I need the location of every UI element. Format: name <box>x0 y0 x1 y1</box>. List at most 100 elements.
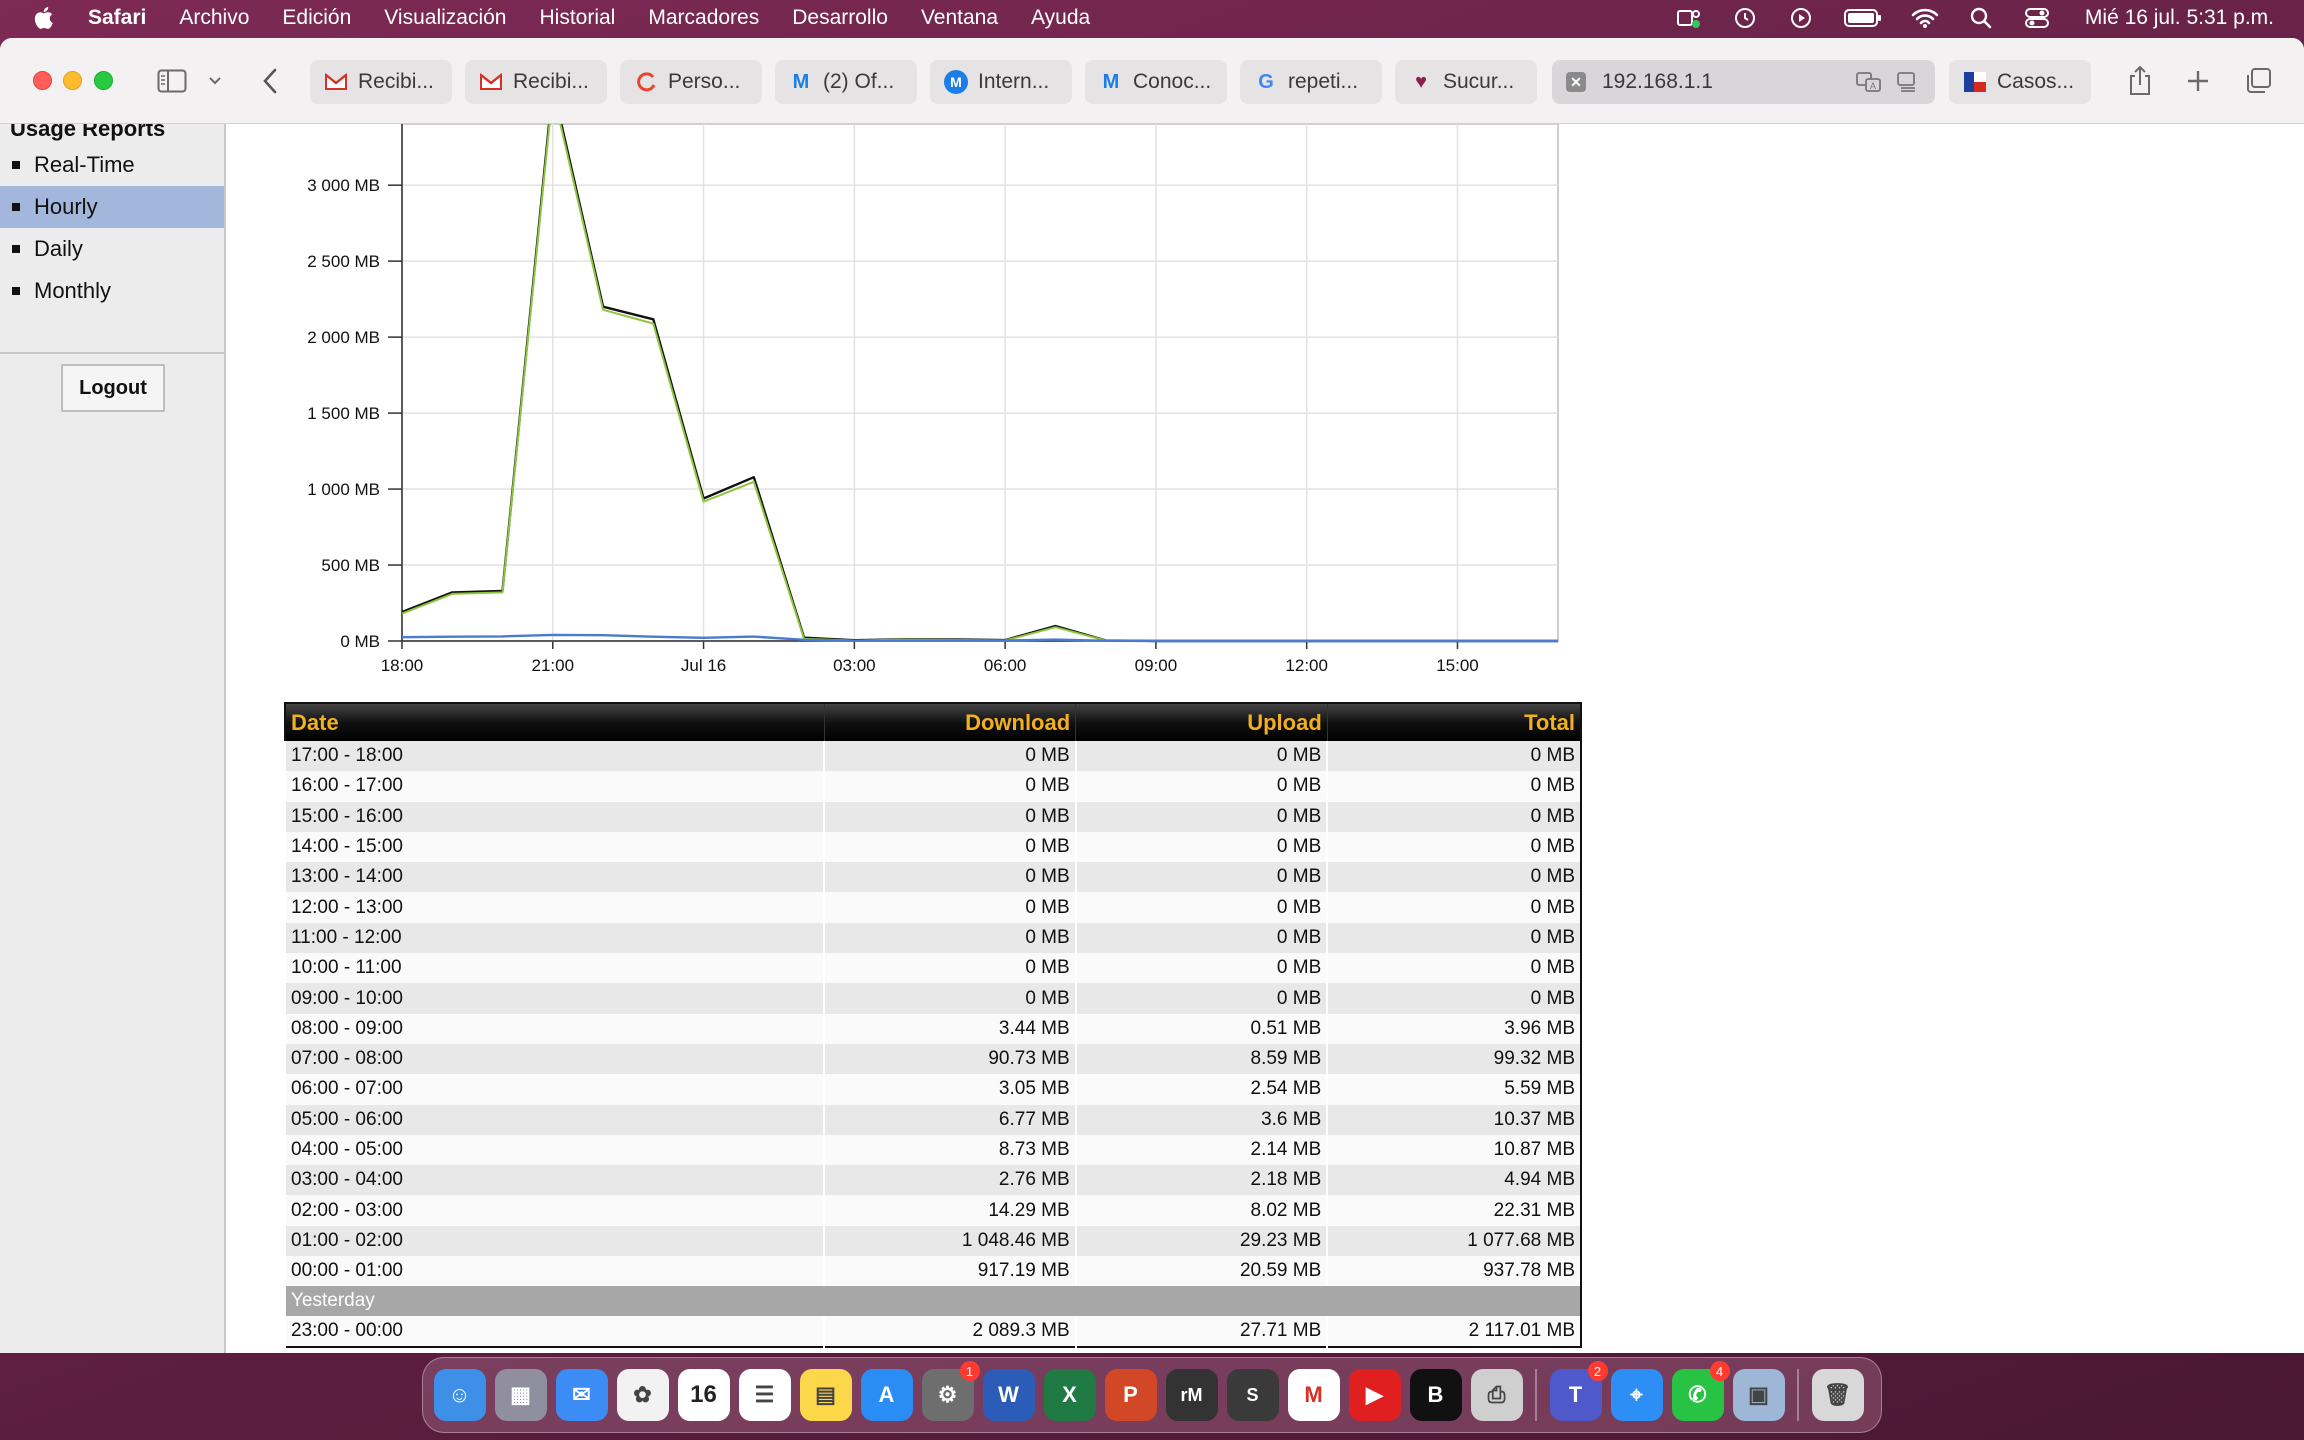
translate-icon[interactable]: A <box>1855 70 1883 100</box>
excel-glyph: X <box>1062 1382 1077 1407</box>
calendar-icon[interactable]: 16 <box>677 1369 730 1421</box>
menu-historial[interactable]: Historial <box>539 6 615 30</box>
sidebar-item-monthly[interactable]: Monthly <box>0 270 224 312</box>
logout-button[interactable]: Logout <box>61 364 165 412</box>
powerpoint-icon[interactable]: P <box>1104 1369 1157 1421</box>
tab-8[interactable]: ♥ Sucur... <box>1395 60 1537 104</box>
time-machine-icon[interactable] <box>1731 6 1759 30</box>
photos-icon[interactable]: ✿ <box>616 1369 669 1421</box>
table-row: 05:00 - 06:00 6.77 MB 3.6 MB 10.37 MB <box>284 1104 1581 1135</box>
menu-archivo[interactable]: Archivo <box>179 6 249 30</box>
printer-icon[interactable]: ⎙ <box>1470 1369 1523 1421</box>
cell-date: 03:00 - 04:00 <box>284 1165 824 1196</box>
sidebar-toggle-icon[interactable] <box>156 65 188 97</box>
minimize-window-button[interactable] <box>63 71 82 90</box>
whatsapp-icon[interactable]: ✆ 4 <box>1671 1361 1730 1421</box>
close-icon[interactable]: ✕ <box>1566 72 1586 92</box>
tab-6[interactable]: M Conoc... <box>1085 60 1227 104</box>
notes-glyph: ▤ <box>815 1382 836 1407</box>
sidebar-item-daily[interactable]: Daily <box>0 228 224 270</box>
table-row: 13:00 - 14:00 0 MB 0 MB 0 MB <box>284 862 1581 893</box>
share-icon[interactable] <box>2124 63 2156 99</box>
mail-icon[interactable]: ✉ <box>555 1369 608 1421</box>
menu-desarrollo[interactable]: Desarrollo <box>792 6 888 30</box>
back-icon[interactable] <box>256 65 284 97</box>
zoom-window-button[interactable] <box>94 71 113 90</box>
remarkable-icon[interactable]: rM <box>1165 1369 1218 1421</box>
menu-edicion[interactable]: Edición <box>282 6 351 30</box>
tab-2[interactable]: Recibi... <box>465 60 607 104</box>
table-row: 14:00 - 15:00 0 MB 0 MB 0 MB <box>284 831 1581 863</box>
menu-clock[interactable]: Mié 16 jul. 5:31 p.m. <box>2085 6 2274 30</box>
menu-marcadores[interactable]: Marcadores <box>648 6 759 30</box>
cell-date: 06:00 - 07:00 <box>284 1074 824 1105</box>
reminders-icon[interactable]: ☰ <box>738 1369 791 1421</box>
preview-icon[interactable]: ▣ <box>1732 1369 1785 1421</box>
teams-icon[interactable]: T2 <box>1549 1361 1608 1421</box>
excel-icon[interactable]: X <box>1043 1369 1096 1421</box>
word-icon[interactable]: W <box>982 1369 1035 1421</box>
tab-10[interactable]: Casos... <box>1949 60 2091 104</box>
search-icon[interactable] <box>1967 6 1995 30</box>
control-center-icon[interactable] <box>2023 6 2051 30</box>
cell-upload: 0 MB <box>1074 741 1328 772</box>
cell-upload: 0 MB <box>1074 771 1328 802</box>
tab-4[interactable]: M (2) Of... <box>775 60 917 104</box>
tab-1[interactable]: Recibi... <box>310 60 452 104</box>
trash-icon[interactable]: 🗑 <box>1811 1369 1864 1421</box>
cell-upload: 0 MB <box>1074 922 1328 954</box>
gmail-icon <box>479 70 503 94</box>
table-row: 07:00 - 08:00 90.73 MB 8.59 MB 99.32 MB <box>284 1043 1581 1075</box>
sidebar-item-hourly[interactable]: Hourly <box>0 186 224 228</box>
photos-glyph: ✿ <box>633 1382 652 1407</box>
cell-total: 5.59 MB <box>1326 1074 1581 1105</box>
cell-download: 917.19 MB <box>823 1256 1076 1287</box>
menu-ayuda[interactable]: Ayuda <box>1031 6 1090 30</box>
tab-overview-icon[interactable] <box>2242 65 2274 97</box>
sidebar-item-real-time[interactable]: Real-Time <box>0 144 224 186</box>
menu-app-name[interactable]: Safari <box>88 6 146 30</box>
gmail-app-icon[interactable]: M <box>1287 1369 1340 1421</box>
tab-3[interactable]: Perso... <box>620 60 762 104</box>
usage-reports-sidebar: Usage Reports Real-Time Hourly Daily Mon… <box>0 124 226 1353</box>
finder-icon[interactable]: ☺ <box>433 1369 486 1421</box>
wifi-icon[interactable] <box>1911 6 1939 30</box>
chevron-down-icon[interactable] <box>205 69 225 93</box>
safari-icon[interactable]: ⌖ <box>1610 1369 1663 1421</box>
table-row: 09:00 - 10:00 0 MB 0 MB 0 MB <box>284 983 1581 1014</box>
battery-icon[interactable] <box>1843 6 1883 30</box>
cell-upload: 0 MB <box>1074 801 1328 832</box>
trash-glyph: 🗑 <box>1823 1382 1852 1407</box>
tab-label: Conoc... <box>1133 70 1212 93</box>
cell-upload: 2.14 MB <box>1074 1134 1328 1166</box>
close-window-button[interactable] <box>33 71 52 90</box>
apple-icon[interactable] <box>32 5 58 31</box>
teams-status-icon[interactable] <box>1675 6 1703 30</box>
cell-date: 10:00 - 11:00 <box>284 953 824 984</box>
launchpad-icon[interactable]: ▦ <box>494 1369 547 1421</box>
menu-ventana[interactable]: Ventana <box>921 6 998 30</box>
menu-visualizacion[interactable]: Visualización <box>384 6 506 30</box>
bold-app-icon[interactable]: B <box>1409 1369 1462 1421</box>
cell-download: 0 MB <box>823 831 1076 863</box>
now-playing-icon[interactable] <box>1787 6 1815 30</box>
reader-icon[interactable] <box>1895 71 1919 99</box>
cell-date: 14:00 - 15:00 <box>284 831 824 863</box>
system-settings-icon[interactable]: ⚙ 1 <box>921 1361 980 1421</box>
tab-5[interactable]: M Intern... <box>930 60 1072 104</box>
reminders-glyph: ☰ <box>754 1382 775 1407</box>
notes-icon[interactable]: ▤ <box>799 1369 852 1421</box>
tab-7[interactable]: G repeti... <box>1240 60 1382 104</box>
cell-download: 0 MB <box>823 862 1076 893</box>
sonos-icon[interactable]: S <box>1226 1369 1279 1421</box>
tab-active-router[interactable]: ✕ 192.168.1.1 A <box>1552 60 1935 104</box>
table-row: 10:00 - 11:00 0 MB 0 MB 0 MB <box>284 953 1581 984</box>
cell-date: 23:00 - 00:00 <box>284 1316 824 1347</box>
tab-label: repeti... <box>1288 70 1359 93</box>
youtube-music-icon[interactable]: ▶ <box>1348 1369 1401 1421</box>
plot-area <box>401 124 1559 642</box>
app-store-icon[interactable]: A <box>860 1369 913 1421</box>
cell-download: 0 MB <box>823 741 1076 772</box>
new-tab-icon[interactable] <box>2182 65 2214 97</box>
cell-date: 16:00 - 17:00 <box>284 771 824 802</box>
